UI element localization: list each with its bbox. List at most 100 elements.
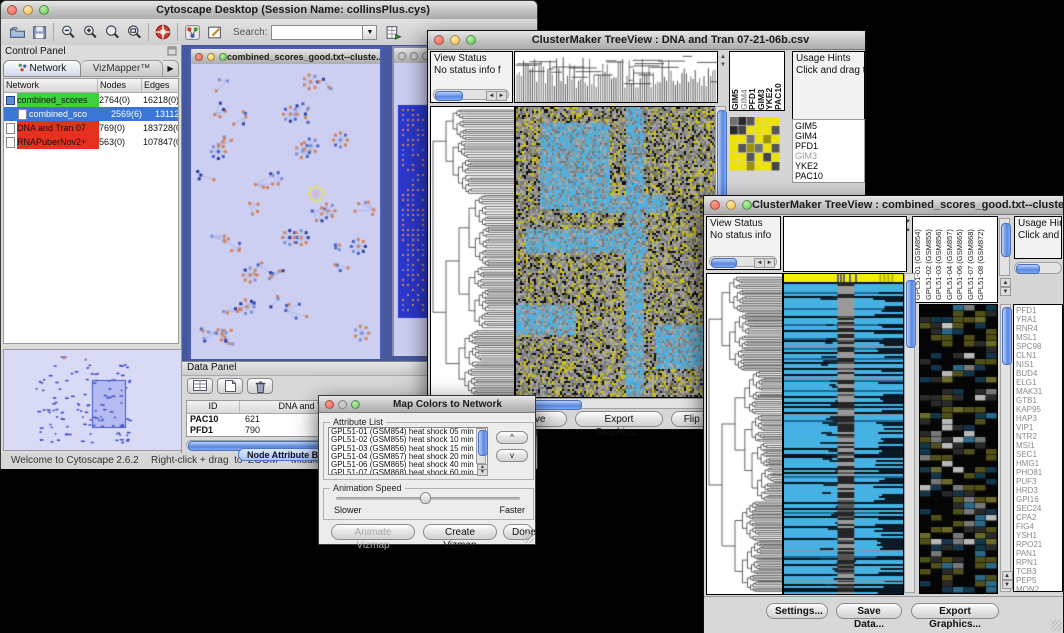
col-network[interactable]: Network bbox=[4, 79, 98, 92]
tv2-gene-label[interactable]: RPN1 bbox=[1016, 558, 1060, 567]
zoom-in-icon[interactable] bbox=[79, 21, 101, 43]
tv2-gene-label[interactable]: SEC1 bbox=[1016, 450, 1060, 459]
tv2-gene-label[interactable]: NTR2 bbox=[1016, 432, 1060, 441]
tv1-column-label[interactable]: YKE2 bbox=[764, 52, 773, 110]
table-import-icon[interactable] bbox=[382, 21, 404, 43]
select-attributes-icon[interactable] bbox=[187, 378, 213, 394]
tv2-label-scroll-arrows[interactable]: ▼▲ bbox=[904, 218, 912, 238]
search-dropdown-icon[interactable]: ▼ bbox=[363, 25, 377, 40]
minimize-icon[interactable] bbox=[450, 35, 460, 45]
zoom-window-icon[interactable] bbox=[742, 200, 752, 210]
tv2-gene-label[interactable]: YSH1 bbox=[1016, 531, 1060, 540]
attribute-list-item[interactable]: GPL51-07 (GSM868) heat shock 60 min bbox=[331, 469, 485, 475]
tv2-gene-label[interactable]: SPC98 bbox=[1016, 342, 1060, 351]
tv2-settings-button[interactable]: Settings... bbox=[766, 603, 828, 619]
tv2-column-label[interactable]: GPL51-08 (GSM872) bbox=[976, 217, 987, 302]
main-titlebar[interactable]: Cytoscape Desktop (Session Name: collins… bbox=[1, 1, 537, 20]
help-ring-icon[interactable] bbox=[152, 21, 174, 43]
tv2-gene-label[interactable]: HMG1 bbox=[1016, 459, 1060, 468]
tv2-gene-label[interactable]: NIS1 bbox=[1016, 360, 1060, 369]
tv2-gene-label[interactable]: RPO21 bbox=[1016, 540, 1060, 549]
tv1-gene-label[interactable]: GIM4 bbox=[795, 131, 862, 141]
create-vizmap-button[interactable]: Create Vizmap bbox=[423, 524, 497, 540]
resize-grip[interactable] bbox=[523, 532, 534, 543]
minimize-icon[interactable] bbox=[410, 52, 418, 60]
tv2-gene-label[interactable]: PEP5 bbox=[1016, 576, 1060, 585]
scroll-down-icon[interactable]: ▼ bbox=[477, 469, 488, 476]
new-attribute-icon[interactable] bbox=[217, 378, 243, 394]
tv2-gene-label[interactable]: MON2 bbox=[1016, 585, 1060, 592]
tv1-gene-label[interactable]: YKE2 bbox=[795, 161, 862, 171]
tv2-gene-label[interactable]: SEC24 bbox=[1016, 504, 1060, 513]
tv2-column-label[interactable]: GPL51-06 (GSM865) bbox=[955, 217, 966, 302]
speed-slider-thumb[interactable] bbox=[420, 492, 431, 504]
search-input[interactable] bbox=[271, 25, 363, 40]
save-icon[interactable] bbox=[28, 21, 50, 43]
tv2-summary-heatmap[interactable] bbox=[919, 304, 998, 594]
tv2-heatmap-vscrollbar[interactable] bbox=[904, 273, 915, 593]
network-import-icon[interactable] bbox=[181, 21, 203, 43]
close-icon[interactable] bbox=[434, 35, 444, 45]
move-down-button[interactable]: v bbox=[496, 449, 528, 462]
tv2-column-label[interactable]: GPL51-03 (GSM856) bbox=[934, 217, 945, 302]
close-icon[interactable] bbox=[325, 400, 334, 409]
tv2-gene-label[interactable]: CPA2 bbox=[1016, 513, 1060, 522]
tv2-heatmap[interactable] bbox=[783, 273, 904, 595]
tv2-gene-label[interactable]: MSI1 bbox=[1016, 441, 1060, 450]
tv1-heatmap[interactable] bbox=[515, 106, 716, 398]
network-table-row[interactable]: combined_sco 2569(6) 13112(15) bbox=[4, 107, 178, 121]
network-table-row[interactable]: DNA and Tran 07 769(0) 183728(0) bbox=[4, 121, 178, 135]
tv2-column-label[interactable]: GPL51-07 (GSM868) bbox=[966, 217, 977, 302]
scroll-down-icon[interactable]: ▼ bbox=[1000, 287, 1011, 296]
tv1-column-label[interactable]: GIM5 bbox=[730, 52, 739, 110]
tv1-row-dendrogram[interactable] bbox=[430, 106, 515, 398]
tv1-gene-label[interactable]: PAC10 bbox=[795, 171, 862, 181]
tv2-labels-vscrollbar[interactable] bbox=[999, 218, 1010, 276]
tv2-status-scrollbar[interactable]: ◄ ► bbox=[709, 256, 777, 267]
tv2-gene-label[interactable]: YRA1 bbox=[1016, 315, 1060, 324]
tv2-gene-label[interactable]: BUD4 bbox=[1016, 369, 1060, 378]
network-canvas[interactable] bbox=[191, 64, 380, 359]
attribute-list-vscrollbar[interactable] bbox=[476, 428, 486, 464]
zoom-window-icon[interactable] bbox=[39, 5, 49, 15]
network-table-row[interactable]: RNAPuberNov2+ 563(0) 107847(0) bbox=[4, 135, 178, 149]
delete-attribute-icon[interactable] bbox=[247, 378, 273, 394]
tv1-column-label[interactable]: GIM4 bbox=[739, 52, 748, 110]
tv2-gene-label[interactable]: PHO81 bbox=[1016, 468, 1060, 477]
id-column-header[interactable]: ID bbox=[187, 401, 240, 413]
col-nodes[interactable]: Nodes bbox=[98, 79, 142, 92]
tv2-column-label[interactable]: GPL51-02 (GSM855) bbox=[924, 217, 935, 302]
tv2-genes-vscrollbar[interactable]: ▲ ▼ bbox=[1000, 304, 1011, 592]
minimize-icon[interactable] bbox=[726, 200, 736, 210]
tv2-usage-scrollbar[interactable] bbox=[1014, 262, 1062, 274]
tv2-column-label[interactable]: GPL51-04 (GSM857) bbox=[945, 217, 956, 302]
tv1-label-scroll-arrows[interactable]: ▲▼ bbox=[719, 53, 727, 101]
tv2-export-graphics-button[interactable]: Export Graphics... bbox=[911, 603, 999, 619]
tv2-gene-label[interactable]: ELG1 bbox=[1016, 378, 1060, 387]
close-icon[interactable] bbox=[398, 52, 406, 60]
minimize-icon[interactable] bbox=[207, 53, 215, 61]
scroll-up-icon[interactable]: ▲ bbox=[1002, 571, 1013, 580]
col-edges[interactable]: Edges bbox=[142, 79, 178, 92]
zoom-window-icon[interactable] bbox=[466, 35, 476, 45]
treeview2-titlebar[interactable]: ClusterMaker TreeView : combined_scores_… bbox=[704, 196, 1063, 215]
zoom-window-icon[interactable] bbox=[351, 400, 360, 409]
minimize-icon[interactable] bbox=[23, 5, 33, 15]
tv2-save-data-button[interactable]: Save Data... bbox=[836, 603, 902, 619]
animate-vizmap-button[interactable]: Animate Vizmap bbox=[331, 524, 415, 540]
tv2-gene-label[interactable]: CLN1 bbox=[1016, 351, 1060, 360]
birds-eye-view[interactable] bbox=[3, 349, 182, 451]
tv2-column-dendrogram[interactable] bbox=[783, 216, 907, 272]
tv2-gene-label[interactable]: HRD3 bbox=[1016, 486, 1060, 495]
tv1-gene-label[interactable]: GIM5 bbox=[795, 121, 862, 131]
tv2-gene-label[interactable]: HAP3 bbox=[1016, 414, 1060, 423]
zoom-out-icon[interactable] bbox=[57, 21, 79, 43]
scroll-right-icon[interactable]: ► bbox=[496, 91, 507, 101]
annotation-icon[interactable] bbox=[203, 21, 225, 43]
close-icon[interactable] bbox=[7, 5, 17, 15]
treeview1-titlebar[interactable]: ClusterMaker TreeView : DNA and Tran 07-… bbox=[428, 31, 865, 50]
tv1-column-label[interactable]: PFD1 bbox=[747, 52, 756, 110]
tv2-row-dendrogram[interactable] bbox=[706, 273, 783, 595]
tv2-gene-label[interactable]: KAP95 bbox=[1016, 405, 1060, 414]
scroll-right-icon[interactable]: ► bbox=[764, 258, 775, 268]
